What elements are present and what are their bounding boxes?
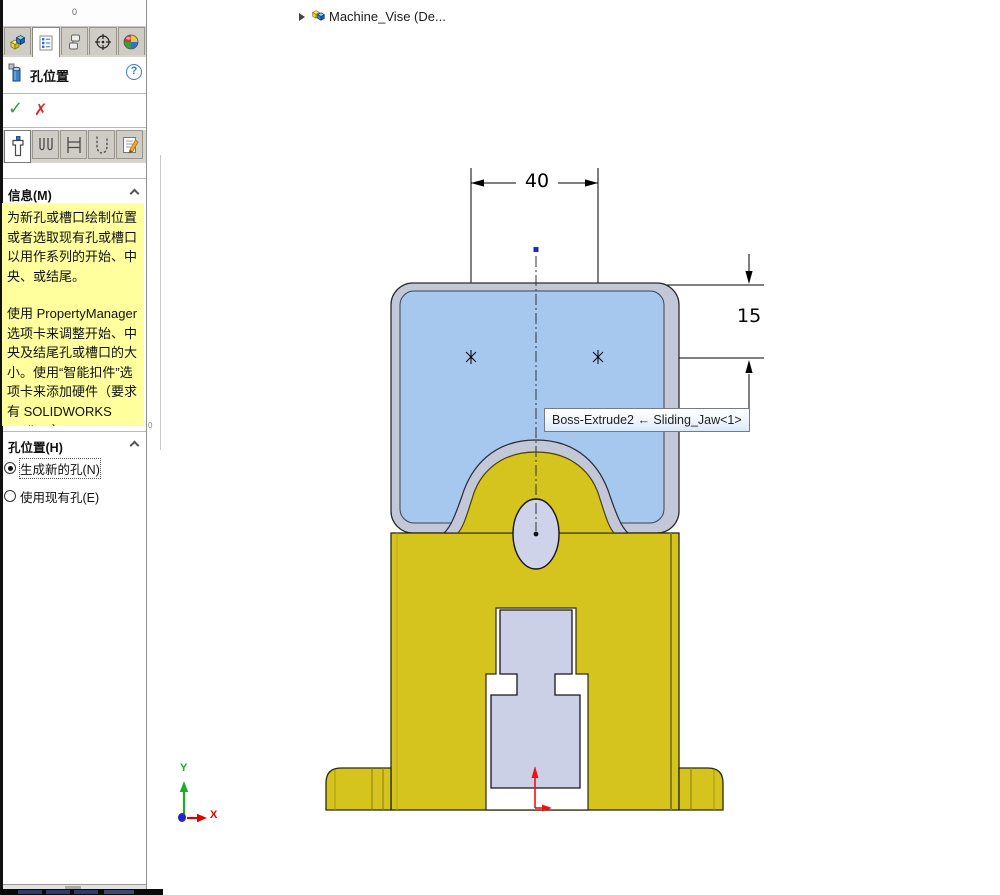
end-hole-icon: [64, 134, 84, 156]
graphics-area[interactable]: Machine_Vise (De... ✓ ✗ 40 15 Boss-Extru…: [146, 0, 1000, 895]
radio-use-existing-hole[interactable]: 使用现有孔(E): [4, 488, 99, 504]
tab-configurationmanager[interactable]: [61, 27, 88, 55]
panel-top-strip: 0: [3, 0, 146, 27]
tab-smart-fasteners[interactable]: [116, 130, 143, 159]
hole-wizard-icon: [8, 63, 24, 83]
expand-arrow-icon[interactable]: [299, 13, 305, 21]
dimension-width-value[interactable]: 40: [518, 170, 556, 192]
hole-position-section-header[interactable]: 孔位置(H): [8, 437, 63, 456]
dimension-height-value[interactable]: 15: [737, 305, 761, 327]
taskbar-segment: [46, 890, 70, 894]
divider: [3, 431, 146, 432]
tab-end-hole[interactable]: [60, 130, 87, 159]
tab-start-hole[interactable]: [4, 130, 31, 163]
tab-propertymanager[interactable]: [32, 27, 59, 57]
assembly-icon: [311, 9, 326, 24]
radio-selected-icon[interactable]: [4, 462, 16, 474]
propertymanager-icon: [37, 34, 55, 52]
panel-edge-line: [160, 155, 161, 450]
axis-x-label: X: [210, 809, 217, 821]
radio-unselected-icon[interactable]: [4, 490, 16, 502]
tab-displaymanager[interactable]: [118, 27, 145, 55]
divider: [3, 178, 146, 179]
radio-use-existing-hole-label[interactable]: 使用现有孔(E): [20, 487, 99, 506]
cancel-button[interactable]: ✗: [34, 100, 47, 120]
flyout-feature-tree[interactable]: Machine_Vise (De...: [299, 9, 446, 24]
divider: [3, 93, 146, 94]
feature-tree-item-label[interactable]: Machine_Vise (De...: [329, 9, 446, 24]
collapse-chevron-icon[interactable]: [130, 189, 140, 199]
info-section-header[interactable]: 信息(M): [8, 185, 52, 204]
thread-icon: [92, 134, 112, 156]
info-paragraph-2: 使用 PropertyManager 选项卡来调整开始、中央及结尾孔或槽口的大小…: [7, 304, 140, 426]
panel-title: 孔位置: [30, 66, 69, 85]
featuremanager-icon: [9, 33, 27, 51]
configurationmanager-icon: [66, 33, 84, 51]
taskbar-sliver: [0, 889, 163, 895]
hole-series-tab-bar: [3, 130, 146, 163]
tab-thread[interactable]: [88, 130, 115, 159]
view-triad: [178, 781, 207, 822]
taskbar-segment: [74, 890, 98, 894]
help-icon[interactable]: ?: [126, 64, 142, 80]
dimxpert-target-icon: [94, 33, 112, 51]
hole-center-point[interactable]: [534, 532, 539, 537]
property-manager-panel: 0: [0, 0, 146, 895]
middle-hole-icon: [36, 134, 56, 156]
manager-tab-bar: [3, 27, 146, 57]
tab-featuremanager[interactable]: [4, 27, 31, 55]
selection-tooltip: Boss-Extrude2 ← Sliding_Jaw<1>: [544, 408, 750, 432]
radio-create-new-hole[interactable]: 生成新的孔(N): [4, 460, 100, 476]
start-hole-icon: [8, 136, 28, 158]
scroll-artifact: 0: [148, 421, 152, 430]
smart-fasteners-icon: [120, 134, 140, 156]
info-paragraph-1: 为新孔或槽口绘制位置或者选取现有孔或槽口以用作系列的开始、中央、或结尾。: [7, 208, 140, 286]
sketch-vertex-blue[interactable]: [534, 247, 539, 252]
displaymanager-sphere-icon: [122, 33, 140, 51]
collapse-chevron-icon[interactable]: [130, 441, 140, 451]
taskbar-segment: [104, 890, 134, 894]
radio-create-new-hole-label[interactable]: 生成新的孔(N): [20, 459, 100, 478]
tab-middle-hole[interactable]: [32, 130, 59, 159]
ok-button[interactable]: ✓: [8, 98, 23, 119]
t-slot-body[interactable]: [491, 610, 580, 788]
divider: [3, 127, 146, 128]
axis-y-label: Y: [180, 762, 187, 774]
tab-dimxpertmanager[interactable]: [89, 27, 116, 55]
taskbar-segment: [18, 890, 42, 894]
model-canvas: [1, 0, 1000, 895]
info-message-box: 为新孔或槽口绘制位置或者选取现有孔或槽口以用作系列的开始、中央、或结尾。 使用 …: [2, 203, 144, 426]
